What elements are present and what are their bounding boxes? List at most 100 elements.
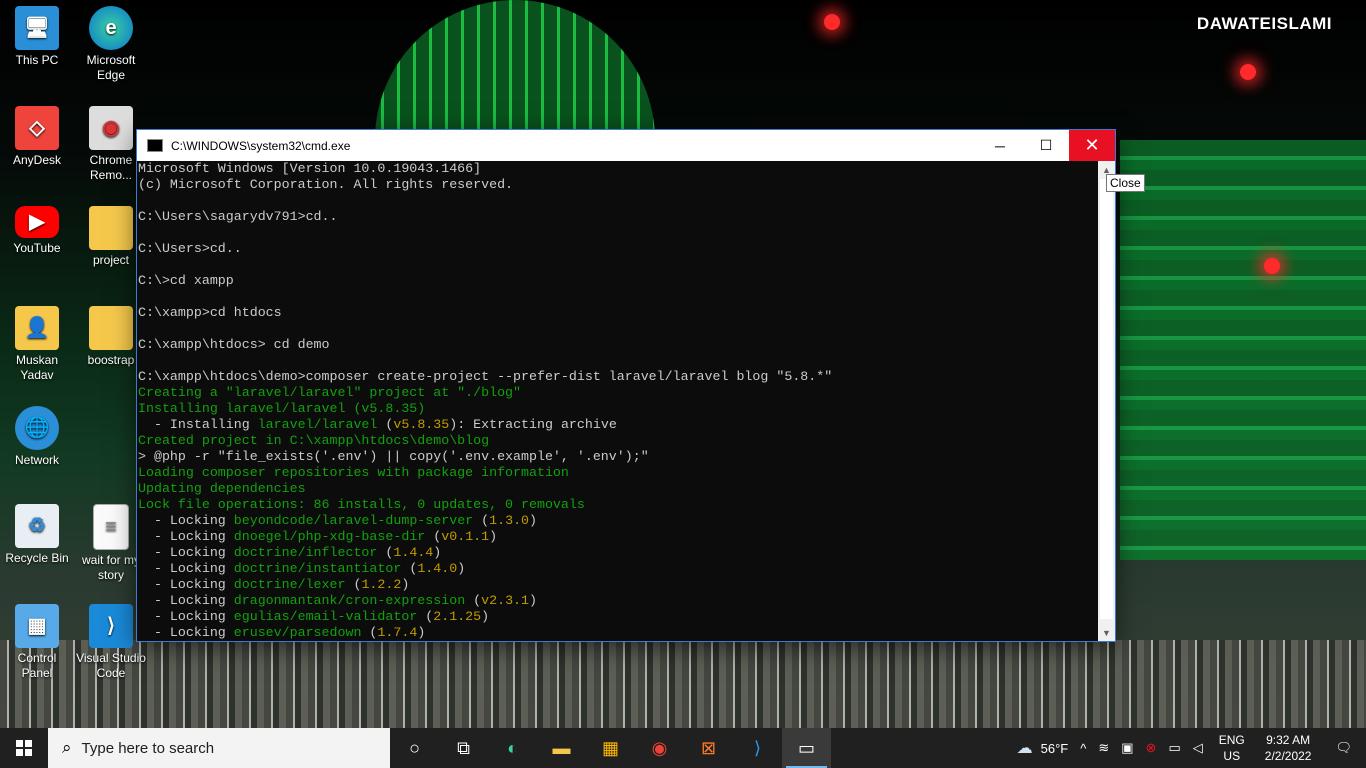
chevron-up-icon: ^ bbox=[1080, 740, 1087, 756]
console-line: - Locking doctrine/instantiator (1.4.0) bbox=[138, 561, 1098, 577]
cortana-button[interactable]: ○ bbox=[390, 728, 439, 768]
task-view-button[interactable]: ⧉ bbox=[439, 728, 488, 768]
task-view-icon: ⧉ bbox=[457, 737, 470, 758]
desktop-icon-recycle-bin[interactable]: ♻ Recycle Bin bbox=[1, 504, 73, 566]
console-text: C:\>cd xampp bbox=[138, 273, 234, 288]
start-button[interactable] bbox=[0, 728, 48, 768]
taskbar-xampp[interactable]: ⊠ bbox=[684, 728, 733, 768]
console-text: - Locking bbox=[138, 577, 234, 592]
network-status-button[interactable]: ⊗ bbox=[1140, 740, 1163, 756]
system-tray: ☁ 56°F ^ ≋ ▣ ⊗ ▭ ◁ ENG US 9:32 AM 2/2/20… bbox=[1011, 728, 1366, 768]
console-text: 1.4.4 bbox=[393, 545, 434, 560]
desktop-icon-anydesk[interactable]: ◇ AnyDesk bbox=[1, 106, 73, 168]
console-text: - Installing bbox=[138, 417, 258, 432]
notifications-button[interactable]: 🗨 bbox=[1321, 740, 1366, 756]
console-text: 1.2.2 bbox=[361, 577, 402, 592]
console-text: 1.4.0 bbox=[417, 561, 458, 576]
console-line: Updating dependencies bbox=[138, 481, 1098, 497]
console-line: (c) Microsoft Corporation. All rights re… bbox=[138, 177, 1098, 193]
console-text: - Locking bbox=[138, 561, 234, 576]
console-text: - Locking bbox=[138, 593, 234, 608]
maximize-icon: ☐ bbox=[1039, 137, 1053, 153]
camera-icon: ▣ bbox=[1121, 740, 1134, 755]
volume-button[interactable]: ◁ bbox=[1187, 740, 1209, 756]
taskbar-cmd[interactable]: ▭ bbox=[782, 728, 831, 768]
console-text: ( bbox=[377, 545, 394, 560]
speaker-icon: ◁ bbox=[1192, 740, 1203, 755]
scroll-down-icon[interactable]: ▼ bbox=[1098, 624, 1115, 641]
cmd-window[interactable]: C:\WINDOWS\system32\cmd.exe ─ ☐ ✕ Micros… bbox=[137, 130, 1115, 641]
window-titlebar[interactable]: C:\WINDOWS\system32\cmd.exe ─ ☐ ✕ bbox=[137, 130, 1115, 161]
notification-icon: 🗨 bbox=[1335, 740, 1352, 755]
close-button[interactable]: ✕ bbox=[1069, 130, 1115, 161]
desktop-icon-muskan-yadav[interactable]: 👤 Muskan Yadav bbox=[1, 306, 73, 383]
console-text: Created project in C:\xampp\htdocs\demo\… bbox=[138, 433, 490, 448]
taskbar-edge[interactable]: ◐ bbox=[488, 728, 537, 768]
console-line: Created project in C:\xampp\htdocs\demo\… bbox=[138, 433, 1098, 449]
close-icon: ✕ bbox=[1084, 135, 1100, 155]
console-text: ( bbox=[401, 561, 418, 576]
control-panel-icon: ▦ bbox=[15, 604, 59, 648]
minimize-button[interactable]: ─ bbox=[977, 130, 1023, 161]
cortana-icon: ○ bbox=[409, 737, 420, 758]
meet-now-button[interactable]: ▣ bbox=[1115, 740, 1139, 756]
vertical-scrollbar[interactable]: ▲ ▼ bbox=[1098, 161, 1115, 641]
chrome-remote-icon: ◉ bbox=[89, 106, 133, 150]
console-text: Installing laravel/laravel (v5.8.35) bbox=[138, 401, 426, 416]
wallpaper-crowd bbox=[0, 640, 1366, 728]
console-line: C:\xampp>cd htdocs bbox=[138, 305, 1098, 321]
console-line: - Locking egulias/email-validator (2.1.2… bbox=[138, 609, 1098, 625]
console-text: 1.3.0 bbox=[489, 513, 530, 528]
edge-icon: ◐ bbox=[507, 737, 518, 758]
console-text: (c) Microsoft Corporation. All rights re… bbox=[138, 177, 514, 192]
keyboard-layout: US bbox=[1223, 749, 1241, 763]
weather-widget[interactable]: ☁ 56°F bbox=[1011, 738, 1075, 758]
console-text: ): Extracting archive bbox=[449, 417, 617, 432]
desktop-icon-label: Recycle Bin bbox=[5, 551, 69, 565]
vscode-icon: ⟩ bbox=[753, 737, 762, 758]
console-text: - Locking bbox=[138, 545, 234, 560]
console-output[interactable]: Microsoft Windows [Version 10.0.19043.14… bbox=[137, 161, 1098, 641]
scrollbar-thumb[interactable] bbox=[1100, 179, 1113, 619]
desktop-icon-network[interactable]: 🌐 Network bbox=[1, 406, 73, 468]
desktop-icon-edge[interactable]: e Microsoft Edge bbox=[75, 6, 147, 83]
desktop-icon-this-pc[interactable]: 🖥 This PC bbox=[1, 6, 73, 68]
console-text: v5.8.35 bbox=[393, 417, 450, 432]
clock[interactable]: 9:32 AM 2/2/2022 bbox=[1255, 732, 1322, 764]
console-text: > @php -r "file_exists('.env') || copy('… bbox=[138, 449, 649, 464]
wallpaper-lamp bbox=[1240, 64, 1256, 80]
console-text: ( bbox=[425, 529, 442, 544]
maximize-button[interactable]: ☐ bbox=[1023, 130, 1069, 161]
taskbar-chrome[interactable]: ◉ bbox=[635, 728, 684, 768]
desktop-icon-youtube[interactable]: ▶ YouTube bbox=[1, 206, 73, 256]
battery-button[interactable]: ▭ bbox=[1162, 740, 1186, 756]
cmd-app-icon bbox=[147, 139, 163, 152]
console-line: Microsoft Windows [Version 10.0.19043.14… bbox=[138, 161, 1098, 177]
console-text: 1.7.4 bbox=[377, 625, 418, 640]
console-text: ( bbox=[417, 609, 434, 624]
folder-icon: ▬ bbox=[552, 737, 571, 758]
desktop-icon-label: Muskan Yadav bbox=[15, 353, 59, 382]
taskbar-search-box[interactable]: ⌕ Type here to search bbox=[48, 728, 390, 768]
show-hidden-icons-button[interactable]: ^ bbox=[1074, 741, 1092, 756]
language-indicator[interactable]: ENG US bbox=[1209, 732, 1255, 764]
console-text: ) bbox=[489, 529, 498, 544]
console-text: Updating dependencies bbox=[138, 481, 306, 496]
console-text: Microsoft Windows [Version 10.0.19043.14… bbox=[138, 161, 482, 176]
taskbar-vscode[interactable]: ⟩ bbox=[733, 728, 782, 768]
desktop-icon-control-panel[interactable]: ▦ Control Panel bbox=[1, 604, 73, 681]
taskbar-file-explorer[interactable]: ▬ bbox=[537, 728, 586, 768]
console-text: laravel/laravel bbox=[257, 417, 378, 432]
console-text: ) bbox=[457, 561, 466, 576]
console-text: 2.1.25 bbox=[433, 609, 482, 624]
taskbar-store[interactable]: ▦ bbox=[586, 728, 635, 768]
wifi-button[interactable]: ≋ bbox=[1092, 740, 1115, 756]
chrome-icon: ◉ bbox=[651, 737, 668, 758]
console-line: C:\xampp\htdocs> cd demo bbox=[138, 337, 1098, 353]
console-text: egulias/email-validator bbox=[233, 609, 418, 624]
desktop-icon-label: This PC bbox=[15, 53, 59, 67]
wallpaper-lamp bbox=[824, 14, 840, 30]
console-line: Creating a "laravel/laravel" project at … bbox=[138, 385, 1098, 401]
